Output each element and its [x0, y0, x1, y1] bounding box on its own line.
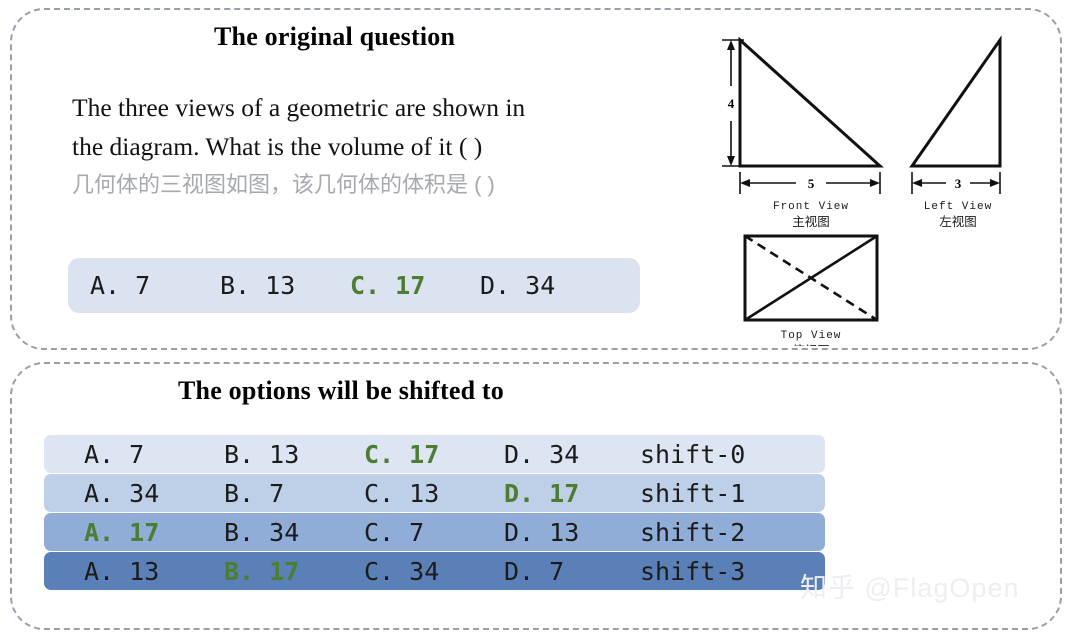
question-english-line-2: the diagram. What is the volume of it ( …	[72, 132, 483, 161]
shift-row[interactable]: A. 13 B. 17 C. 34 D. 7 shift-3	[44, 552, 825, 590]
front-view-label-en: Front View	[773, 201, 849, 213]
shift-row[interactable]: A. 17 B. 34 C. 7 D. 13 shift-2	[44, 513, 825, 551]
shift-2-option-c[interactable]: C. 7	[324, 518, 464, 547]
shift-0-option-a[interactable]: A. 7	[44, 440, 184, 469]
left-view-shape	[909, 35, 1002, 168]
question-text-block: The three views of a geometric are shown…	[72, 88, 672, 202]
front-view-label-zh: 主视图	[792, 214, 830, 229]
shift-1-option-b[interactable]: B. 7	[184, 479, 324, 508]
shift-0-option-d[interactable]: D. 34	[464, 440, 604, 469]
shift-1-option-d[interactable]: D. 17	[464, 479, 604, 508]
question-english-line-1: The three views of a geometric are shown…	[72, 93, 526, 122]
original-question-title: The original question	[214, 22, 456, 51]
shift-row-label: shift-2	[640, 517, 746, 547]
shift-3-option-d[interactable]: D. 7	[464, 557, 604, 586]
shift-3-option-c[interactable]: C. 34	[324, 557, 464, 586]
front-view-height-value: 4	[728, 96, 735, 111]
original-option-c[interactable]: C. 17	[328, 271, 458, 300]
shift-rows-list: A. 7 B. 13 C. 17 D. 34 shift-0 A. 34 B. 7 C. 13…	[44, 435, 825, 591]
original-option-d[interactable]: D. 34	[458, 271, 588, 300]
shift-row-label: shift-0	[640, 439, 746, 469]
shift-row-label: shift-3	[640, 556, 746, 586]
shift-row[interactable]: A. 7 B. 13 C. 17 D. 34 shift-0	[44, 435, 825, 473]
shift-2-option-d[interactable]: D. 13	[464, 518, 604, 547]
shift-1-option-a[interactable]: A. 34	[44, 479, 184, 508]
shift-3-option-a[interactable]: A. 13	[44, 557, 184, 586]
left-view-label-en: Left View	[924, 201, 992, 213]
top-view-shape	[743, 234, 879, 322]
shift-2-option-b[interactable]: B. 34	[184, 518, 324, 547]
front-view-width-value: 5	[808, 176, 815, 191]
shift-0-option-b[interactable]: B. 13	[184, 440, 324, 469]
original-option-b[interactable]: B. 13	[198, 271, 328, 300]
left-view-width-value: 3	[955, 176, 962, 191]
original-options-bar: A. 7 B. 13 C. 17 D. 34	[68, 258, 640, 313]
shift-row-label: shift-1	[640, 478, 746, 508]
original-option-a[interactable]: A. 7	[68, 271, 198, 300]
front-view-shape	[738, 36, 884, 168]
shift-2-option-a[interactable]: A. 17	[44, 518, 184, 547]
shift-3-option-b[interactable]: B. 17	[184, 557, 324, 586]
shift-1-option-c[interactable]: C. 13	[324, 479, 464, 508]
shift-row[interactable]: A. 34 B. 7 C. 13 D. 17 shift-1	[44, 474, 825, 512]
three-view-diagram: 4 5 3 Front View 主视图 Left View 左视图 Top V…	[700, 26, 1030, 358]
question-chinese: 几何体的三视图如图，该几何体的体积是 ( )	[72, 172, 495, 197]
watermark: 知乎 @FlagOpen	[800, 573, 1020, 603]
left-view-label-zh: 左视图	[939, 214, 977, 229]
top-view-label-en: Top View	[781, 330, 842, 342]
shifted-options-title: The options will be shifted to	[178, 376, 504, 405]
shift-0-option-c[interactable]: C. 17	[324, 440, 464, 469]
top-view-label-zh: 俯视图	[792, 343, 830, 346]
